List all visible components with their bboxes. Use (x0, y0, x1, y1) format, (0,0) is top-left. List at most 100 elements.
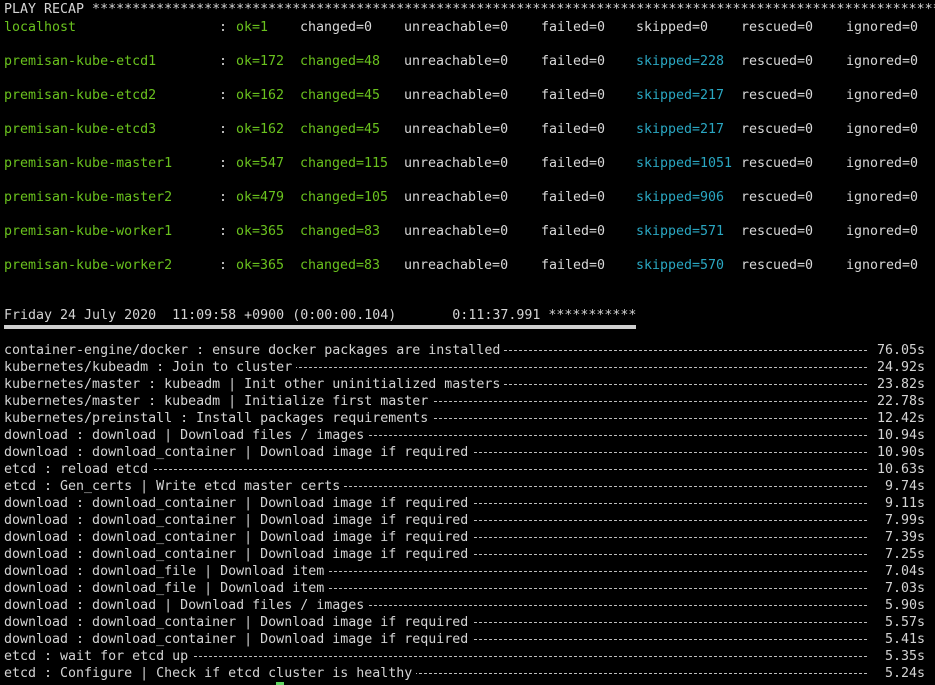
recap-failed: failed=0 (541, 258, 606, 273)
recap-row: localhost: ok=1 changed=0 unreachable=0 fail… (0, 19, 935, 36)
task-name: download : download_container | Download… (4, 546, 473, 563)
recap-skipped: skipped=0 (636, 20, 709, 35)
task-row: container-engine/docker : ensure docker … (4, 342, 925, 359)
recap-colon: : (219, 190, 228, 205)
recap-rescued: rescued=0 (741, 88, 814, 103)
recap-skipped: skipped=228 (636, 54, 725, 69)
recap-rescued: rescued=0 (741, 122, 814, 137)
recap-failed: failed=0 (541, 54, 606, 69)
recap-unreachable: unreachable=0 (404, 20, 509, 35)
recap-colon: : (219, 156, 228, 171)
task-duration: 7.25s (880, 546, 925, 563)
task-duration: 5.90s (880, 597, 925, 614)
task-name: etcd : reload etcd (4, 461, 153, 478)
task-duration: 9.11s (880, 495, 925, 512)
recap-changed: changed=105 (300, 190, 389, 205)
task-row: kubernetes/preinstall : Install packages… (4, 410, 925, 427)
task-duration: 5.35s (880, 648, 925, 665)
recap-skipped: skipped=1051 (636, 156, 733, 171)
recap-colon: : (219, 54, 228, 69)
task-row: kubernetes/master : kubeadm | Init other… (4, 376, 925, 393)
recap-skipped: skipped=217 (636, 88, 725, 103)
recap-rescued: rescued=0 (741, 224, 814, 239)
task-duration: 5.57s (880, 614, 925, 631)
task-name: download : download_container | Download… (4, 529, 473, 546)
task-row: etcd : wait for etcd up 5.35s (4, 648, 925, 665)
recap-rescued: rescued=0 (741, 190, 814, 205)
task-duration: 7.03s (880, 580, 925, 597)
task-name: download : download_container | Download… (4, 631, 473, 648)
task-name: download : download | Download files / i… (4, 427, 369, 444)
recap-unreachable: unreachable=0 (404, 156, 509, 171)
task-name: kubernetes/preinstall : Install packages… (4, 410, 433, 427)
double-rule-divider (4, 325, 636, 329)
task-duration: 7.39s (880, 529, 925, 546)
recap-changed: changed=83 (300, 258, 381, 273)
task-row: download : download_container | Download… (4, 546, 925, 563)
task-name: kubernetes/kubeadm : Join to cluster (4, 359, 297, 376)
task-name: download : download_container | Download… (4, 495, 473, 512)
recap-host: premisan-kube-etcd1 (4, 54, 157, 69)
recap-unreachable: unreachable=0 (404, 190, 509, 205)
recap-unreachable: unreachable=0 (404, 224, 509, 239)
task-duration: 5.41s (880, 631, 925, 648)
task-row: kubernetes/kubeadm : Join to cluster 24.9… (4, 359, 925, 376)
recap-ok: ok=162 (236, 122, 285, 137)
task-row: download : download_container | Download… (4, 614, 925, 631)
recap-host: premisan-kube-etcd2 (4, 88, 157, 103)
task-name: etcd : wait for etcd up (4, 648, 193, 665)
recap-row: premisan-kube-etcd2: ok=162 changed=45 unre… (0, 87, 935, 104)
task-duration: 12.42s (872, 410, 925, 427)
recap-colon: : (219, 224, 228, 239)
recap-ignored: ignored=0 (846, 224, 919, 239)
recap-ok: ok=1 (236, 20, 269, 35)
task-row: download : download | Download files / i… (4, 597, 925, 614)
recap-colon: : (219, 122, 228, 137)
recap-rescued: rescued=0 (741, 156, 814, 171)
task-row: download : download_container | Download… (4, 631, 925, 648)
recap-failed: failed=0 (541, 156, 606, 171)
recap-unreachable: unreachable=0 (404, 88, 509, 103)
recap-ignored: ignored=0 (846, 88, 919, 103)
recap-failed: failed=0 (541, 190, 606, 205)
recap-changed: changed=45 (300, 122, 381, 137)
recap-changed: changed=83 (300, 224, 381, 239)
recap-failed: failed=0 (541, 88, 606, 103)
task-name: kubernetes/master : kubeadm | Init other… (4, 376, 505, 393)
recap-host: premisan-kube-master1 (4, 156, 173, 171)
recap-ok: ok=365 (236, 258, 285, 273)
task-name: download : download_container | Download… (4, 512, 473, 529)
recap-host: premisan-kube-worker1 (4, 224, 173, 239)
task-row: download : download_file | Download item… (4, 580, 925, 597)
recap-host: premisan-kube-master2 (4, 190, 173, 205)
play-recap-header: PLAY RECAP *****************************… (4, 2, 935, 17)
recap-unreachable: unreachable=0 (404, 258, 509, 273)
terminal-output[interactable]: PLAY RECAP *****************************… (0, 0, 935, 685)
task-row: download : download_file | Download item… (4, 563, 925, 580)
recap-colon: : (219, 20, 228, 35)
recap-ok: ok=479 (236, 190, 285, 205)
task-name: etcd : Gen_certs | Write etcd master cer… (4, 478, 345, 495)
timestamp-line: Friday 24 July 2020 11:09:58 +0900 (0:00… (4, 308, 637, 323)
recap-ignored: ignored=0 (846, 156, 919, 171)
recap-colon: : (219, 88, 228, 103)
recap-unreachable: unreachable=0 (404, 54, 509, 69)
task-row: kubernetes/master : kubeadm | Initialize… (4, 393, 925, 410)
recap-host: localhost (4, 20, 77, 35)
recap-row: premisan-kube-master2: ok=479 changed=105 u… (0, 189, 935, 206)
recap-ok: ok=365 (236, 224, 285, 239)
task-row: download : download_container | Download… (4, 495, 925, 512)
recap-changed: changed=0 (300, 20, 373, 35)
task-name: download : download_container | Download… (4, 444, 473, 461)
task-name: kubernetes/master : kubeadm | Initialize… (4, 393, 433, 410)
recap-skipped: skipped=571 (636, 224, 725, 239)
recap-failed: failed=0 (541, 224, 606, 239)
task-duration: 9.74s (880, 478, 925, 495)
recap-host: premisan-kube-worker2 (4, 258, 173, 273)
recap-changed: changed=45 (300, 88, 381, 103)
recap-ignored: ignored=0 (846, 122, 919, 137)
recap-rescued: rescued=0 (741, 20, 814, 35)
recap-ignored: ignored=0 (846, 54, 919, 69)
task-row: etcd : reload etcd 10.63s (4, 461, 925, 478)
recap-ok: ok=172 (236, 54, 285, 69)
